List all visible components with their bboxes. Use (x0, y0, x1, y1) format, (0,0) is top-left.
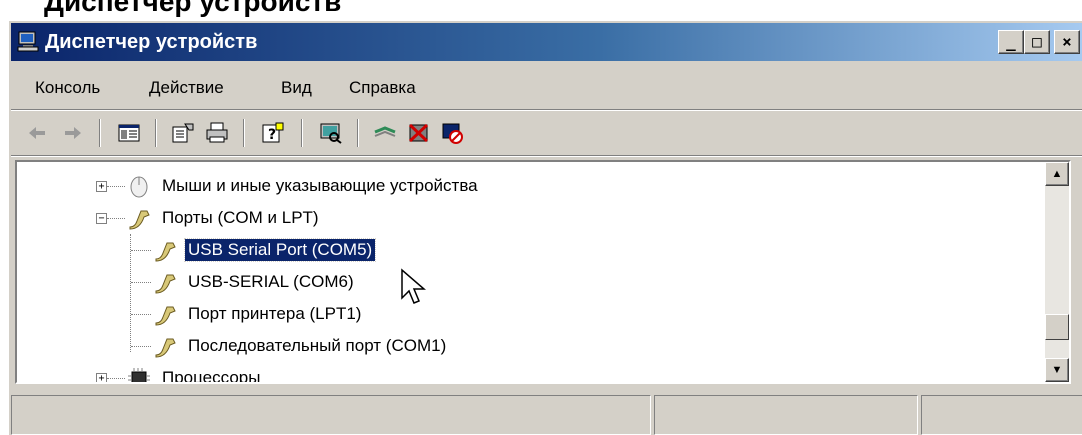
menu-view[interactable]: Вид (281, 78, 312, 98)
tree-item-label: Последовательный порт (COM1) (188, 336, 447, 355)
status-pane-2 (654, 395, 918, 435)
page-caption-text: Диспетчер устройств (44, 0, 342, 17)
device-tree: + Мыши и иные указывающие устройства − П… (15, 160, 1071, 384)
tree-item-ports[interactable]: Порты (COM и LPT) (125, 202, 322, 234)
toolbar: ? (11, 111, 1082, 156)
page-caption: Диспетчер устройств (0, 0, 1082, 20)
print-icon[interactable] (203, 119, 231, 147)
menu-action[interactable]: Действие (149, 78, 224, 98)
scroll-down-button[interactable]: ▼ (1045, 358, 1069, 382)
port-connector-icon (151, 268, 179, 296)
collapse-ports-toggle[interactable]: − (96, 213, 107, 224)
properties-icon[interactable] (169, 119, 197, 147)
tree-item-label: Порты (COM и LPT) (162, 208, 319, 227)
tree-item-usb-serial-com5[interactable]: USB Serial Port (COM5) (151, 234, 377, 266)
show-hide-tree-icon[interactable] (115, 119, 143, 147)
minimize-button[interactable]: _ (998, 30, 1024, 54)
computer-icon (17, 31, 39, 52)
device-manager-window: Диспетчер устройств _ □ × Консоль Действ… (8, 20, 1082, 435)
tree-item-label: Процессоры (162, 368, 261, 384)
scroll-thumb[interactable] (1045, 314, 1069, 340)
port-connector-icon (151, 332, 179, 360)
title-bar[interactable]: Диспетчер устройств _ □ × (11, 23, 1082, 61)
tree-item-label-selected: USB Serial Port (COM5) (183, 238, 377, 262)
tree-item-label: USB-SERIAL (COM6) (188, 272, 354, 291)
scroll-up-button[interactable]: ▲ (1045, 162, 1069, 186)
mouse-icon (125, 172, 153, 200)
uninstall-icon[interactable] (405, 119, 433, 147)
port-connector-icon (151, 236, 179, 264)
processor-chip-icon (125, 364, 153, 382)
tree-item-label: Мыши и иные указывающие устройства (162, 176, 478, 195)
menu-console[interactable]: Консоль (35, 78, 100, 98)
port-connector-icon (151, 300, 179, 328)
maximize-button[interactable]: □ (1024, 30, 1050, 54)
tree-item-printer-port-lpt1[interactable]: Порт принтера (LPT1) (151, 298, 364, 330)
close-button[interactable]: × (1054, 30, 1080, 54)
tree-item-usb-serial-com6[interactable]: USB-SERIAL (COM6) (151, 266, 357, 298)
vertical-scrollbar[interactable]: ▲ ▼ (1045, 162, 1069, 382)
expand-processors-toggle[interactable]: + (96, 373, 107, 382)
help-icon[interactable]: ? (259, 119, 287, 147)
status-pane-main (11, 395, 651, 435)
forward-arrow-icon[interactable] (59, 119, 87, 147)
tree-item-processors[interactable]: Процессоры (125, 362, 263, 384)
menu-help[interactable]: Справка (349, 78, 416, 98)
expand-mice-toggle[interactable]: + (96, 181, 107, 192)
mouse-pointer-icon (401, 268, 426, 304)
window-title: Диспетчер устройств (45, 31, 258, 53)
disable-icon[interactable] (439, 119, 467, 147)
svg-text:?: ? (268, 127, 276, 143)
scan-hardware-icon[interactable] (317, 119, 345, 147)
tree-item-mice[interactable]: Мыши и иные указывающие устройства (125, 170, 481, 202)
tree-item-label: Порт принтера (LPT1) (188, 304, 362, 323)
update-driver-icon[interactable] (371, 119, 399, 147)
status-bar (11, 391, 1082, 435)
back-arrow-icon[interactable] (23, 119, 51, 147)
tree-item-serial-port-com1[interactable]: Последовательный порт (COM1) (151, 330, 449, 362)
menu-bar: Консоль Действие Вид Справка (11, 67, 1082, 110)
port-connector-icon (125, 204, 153, 232)
status-pane-3 (921, 395, 1082, 435)
